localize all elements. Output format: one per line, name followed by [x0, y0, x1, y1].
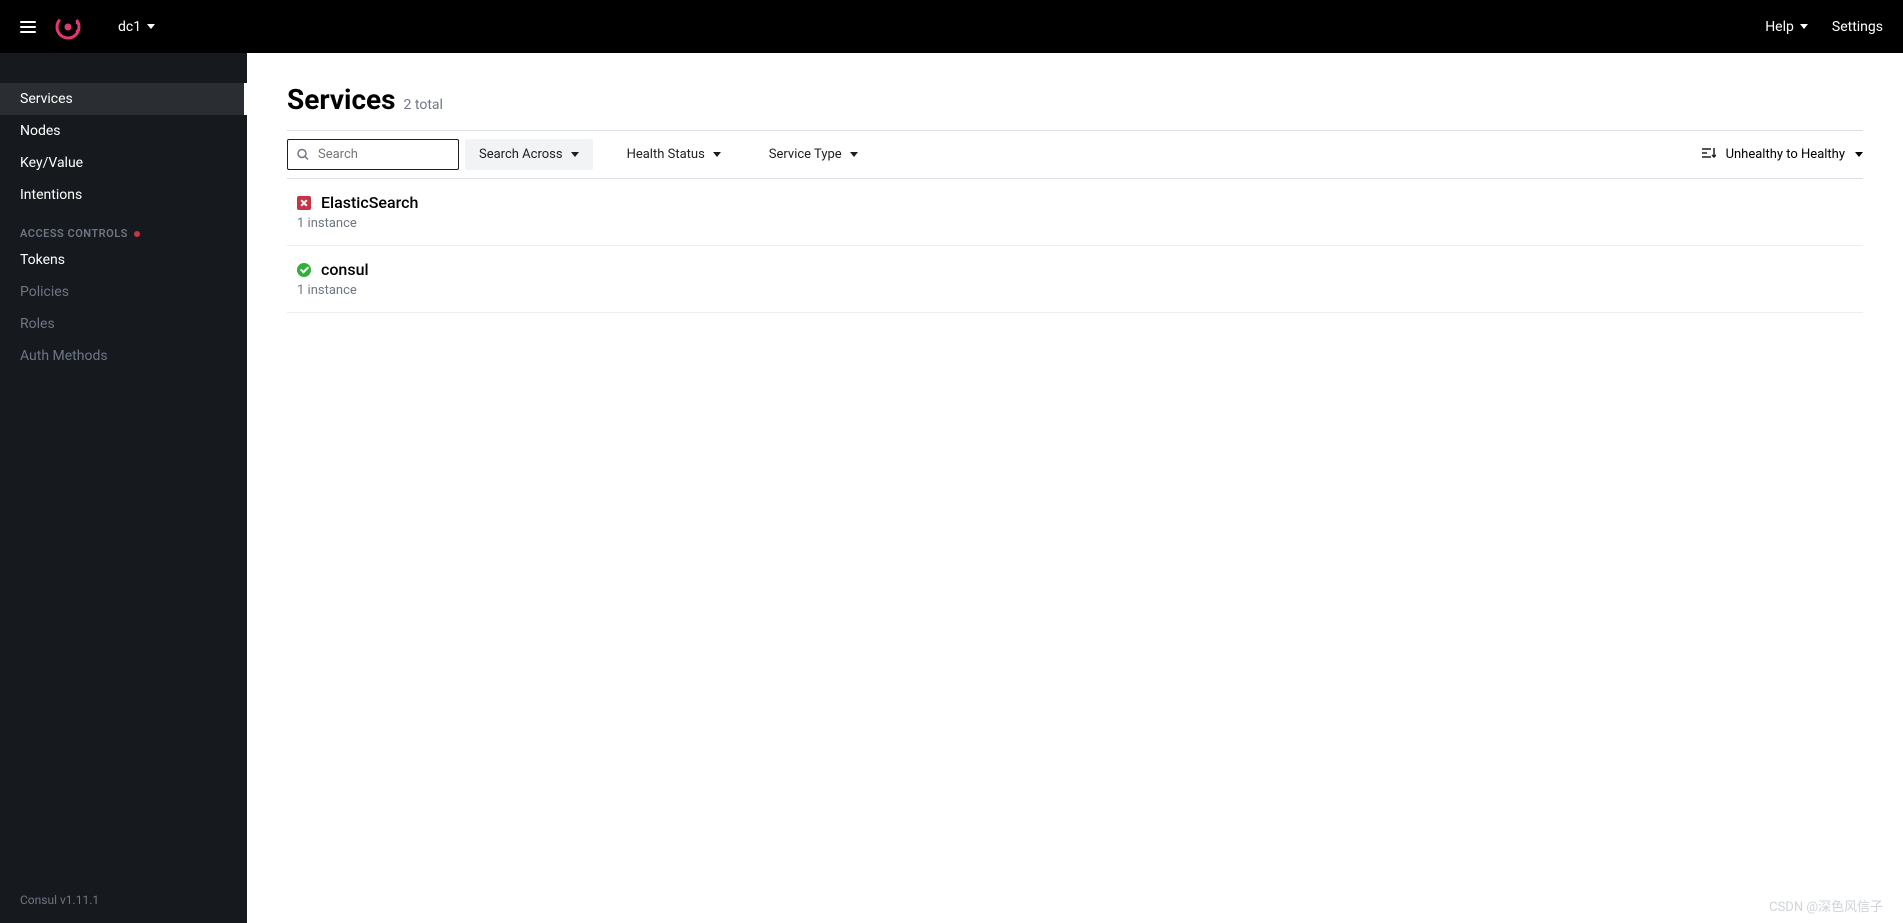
filter-label: Search Across: [479, 147, 563, 162]
service-row-header: ElasticSearch: [297, 193, 1853, 212]
search-across-button[interactable]: Search Across: [465, 139, 593, 170]
help-link[interactable]: Help: [1765, 19, 1808, 35]
status-passing-icon: [297, 263, 311, 277]
watermark: CSDN @深色风信子: [1769, 896, 1883, 915]
chevron-down-icon: [571, 152, 579, 157]
sort-control[interactable]: Unhealthy to Healthy: [1702, 147, 1863, 163]
sidebar-item-intentions[interactable]: Intentions: [0, 179, 247, 211]
sidebar-item-roles: Roles: [0, 308, 247, 340]
sidebar-item-label: Key/Value: [20, 155, 83, 171]
main-content: Services 2 total Search Across Health St…: [247, 53, 1903, 923]
sidebar-item-policies: Policies: [0, 276, 247, 308]
health-status-filter[interactable]: Health Status: [613, 139, 735, 170]
search-icon: [297, 145, 309, 164]
datacenter-selector[interactable]: dc1: [118, 19, 155, 35]
sidebar-item-tokens[interactable]: Tokens: [0, 244, 247, 276]
chevron-down-icon: [713, 152, 721, 157]
service-instances: 1 instance: [297, 216, 1853, 231]
sidebar-item-auth-methods: Auth Methods: [0, 340, 247, 372]
page-header: Services 2 total: [287, 83, 1863, 116]
sort-label: Unhealthy to Healthy: [1726, 147, 1845, 162]
sidebar-item-label: Services: [20, 91, 73, 107]
sidebar-item-nodes[interactable]: Nodes: [0, 115, 247, 147]
chevron-down-icon: [1800, 24, 1808, 29]
service-row[interactable]: consul 1 instance: [287, 246, 1863, 313]
service-row-header: consul: [297, 260, 1853, 279]
sidebar-item-label: Tokens: [20, 252, 65, 268]
sort-icon: [1702, 147, 1716, 163]
sidebar-item-label: Intentions: [20, 187, 82, 203]
consul-logo: [54, 13, 82, 41]
sidebar-section-access-controls: ACCESS CONTROLS: [0, 211, 247, 244]
filter-label: Health Status: [627, 147, 705, 162]
sidebar-item-label: Roles: [20, 316, 55, 332]
sidebar: Services Nodes Key/Value Intentions ACCE…: [0, 53, 247, 923]
search-input[interactable]: [287, 139, 459, 170]
chevron-down-icon: [147, 24, 155, 29]
service-row[interactable]: ElasticSearch 1 instance: [287, 179, 1863, 246]
menu-toggle-button[interactable]: [20, 21, 36, 33]
search-wrapper: [287, 139, 459, 170]
page-subtitle: 2 total: [404, 97, 443, 113]
chevron-down-icon: [1855, 152, 1863, 157]
service-name: ElasticSearch: [321, 193, 418, 212]
body-wrapper: Services Nodes Key/Value Intentions ACCE…: [0, 53, 1903, 923]
service-type-filter[interactable]: Service Type: [755, 139, 872, 170]
filter-bar: Search Across Health Status Service Type…: [287, 130, 1863, 179]
sidebar-item-services[interactable]: Services: [0, 83, 247, 115]
settings-link[interactable]: Settings: [1832, 19, 1883, 35]
section-label: ACCESS CONTROLS: [20, 227, 128, 240]
page-title: Services: [287, 83, 396, 116]
service-instances: 1 instance: [297, 283, 1853, 298]
sidebar-item-label: Auth Methods: [20, 348, 108, 364]
warning-dot-icon: [134, 231, 140, 237]
sidebar-item-label: Nodes: [20, 123, 61, 139]
chevron-down-icon: [850, 152, 858, 157]
filter-label: Service Type: [769, 147, 842, 162]
service-name: consul: [321, 260, 369, 279]
settings-label: Settings: [1832, 19, 1883, 35]
sidebar-footer: Consul v1.11.1: [0, 877, 247, 923]
sidebar-item-keyvalue[interactable]: Key/Value: [0, 147, 247, 179]
version-label: Consul v1.11.1: [20, 893, 99, 907]
topbar: dc1 Help Settings: [0, 0, 1903, 53]
topbar-left: dc1: [20, 13, 155, 41]
sidebar-item-label: Policies: [20, 284, 69, 300]
status-critical-icon: [297, 196, 311, 210]
datacenter-label: dc1: [118, 19, 141, 35]
help-label: Help: [1765, 19, 1794, 35]
topbar-right: Help Settings: [1765, 19, 1883, 35]
